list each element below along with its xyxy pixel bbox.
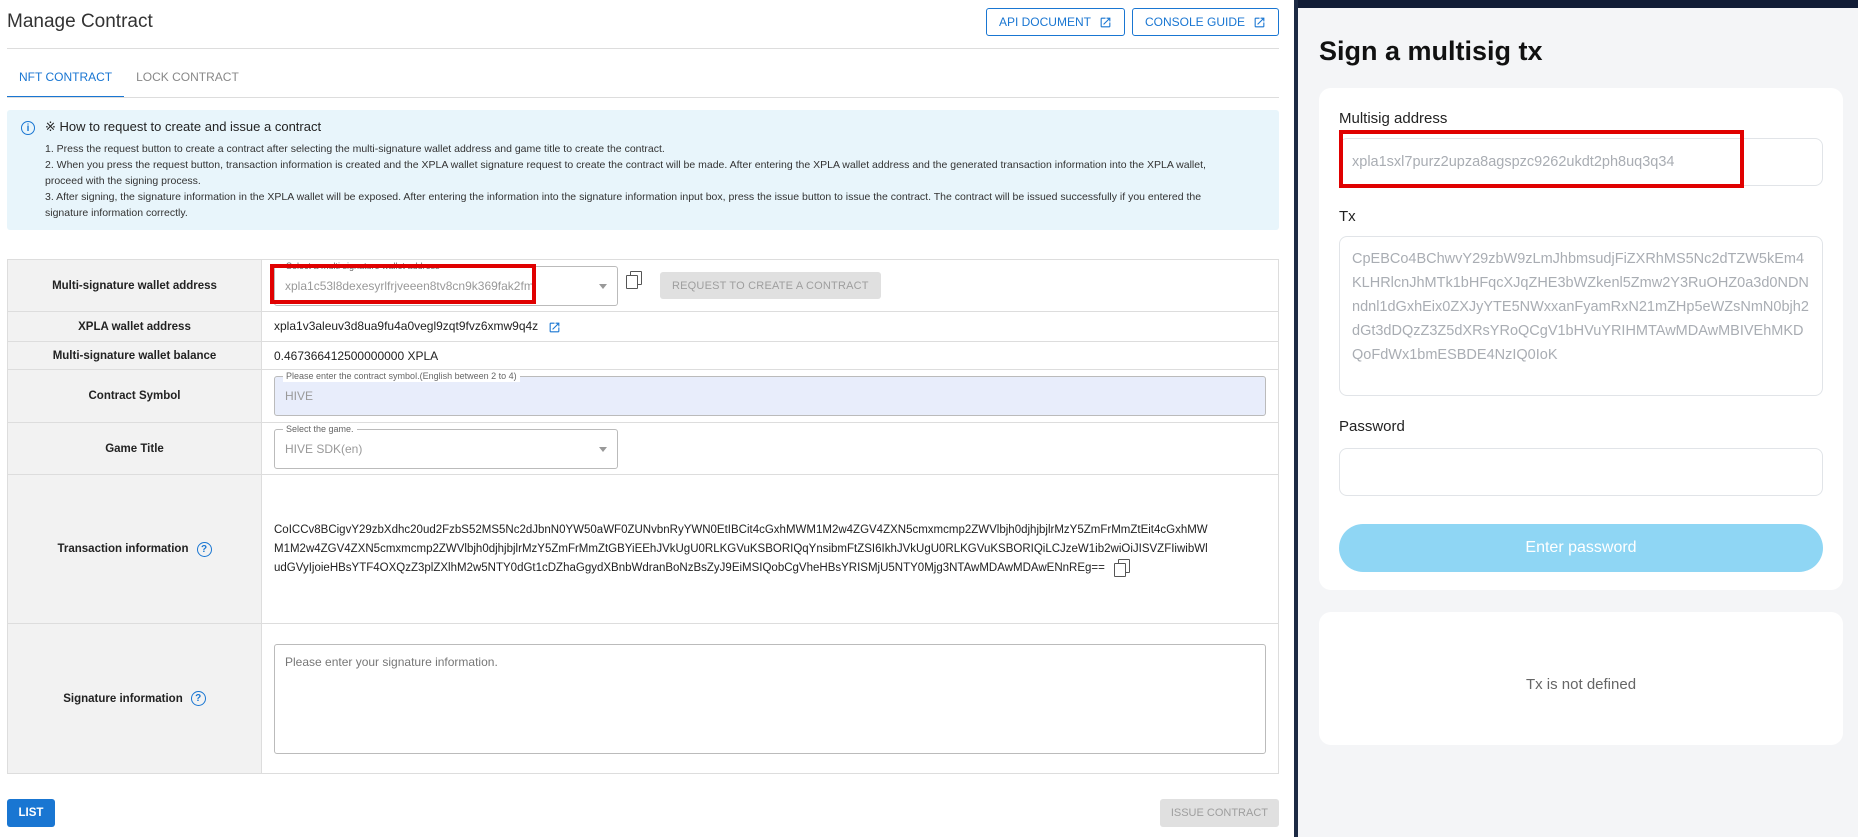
status-card: Tx is not defined [1319, 612, 1843, 745]
wallet-top-bar [1298, 0, 1858, 8]
xpla-address-value: xpla1v3aleuv3d8ua9fu4a0vegl9zqt9fvz6xmw9… [274, 319, 539, 334]
copy-icon[interactable] [626, 271, 642, 289]
list-button[interactable]: LIST [7, 799, 55, 827]
multisig-address-legend: Select a multi signature wallet address [283, 259, 443, 272]
enter-password-button[interactable]: Enter password [1339, 524, 1823, 572]
balance-label: Multi-signature wallet balance [7, 341, 262, 370]
transaction-info-line: M1M2w4ZGV4ZXN5cmxmcmp2ZWVlbjh0djhjbjlrMz… [274, 542, 1208, 555]
info-line: 3. After signing, the signature informat… [45, 191, 1202, 203]
transaction-info-line: CoICCv8BCigvY29zbXdhc20ud2FzbS52MS5Nc2dJ… [274, 523, 1208, 536]
signature-info-cell: Please enter your signature information. [261, 623, 1279, 774]
sign-form-card: Multisig address xpla1sxl7purz2upza8agsp… [1319, 88, 1843, 590]
wallet-panel: Sign a multisig tx Multisig address xpla… [1298, 0, 1858, 837]
transaction-info-label-cell: Transaction information ? [7, 474, 262, 624]
tx-status-message: Tx is not defined [1525, 676, 1637, 693]
copy-icon[interactable] [1114, 558, 1131, 577]
divider-line [7, 48, 1279, 49]
password-label: Password [1339, 418, 1405, 435]
info-line: 2. When you press the request button, tr… [45, 159, 1206, 171]
tx-input[interactable]: CpEBCo4BChwvY29zbW9zLmJhbmsudjFiZXRhMS5N… [1339, 236, 1823, 396]
help-icon[interactable]: ? [190, 691, 206, 706]
multisig-address-label: Multisig address [1339, 110, 1448, 127]
contract-symbol-input[interactable]: Please enter the contract symbol.(Englis… [274, 370, 1266, 416]
xpla-address-label: XPLA wallet address [7, 311, 262, 342]
signature-info-input[interactable]: Please enter your signature information. [274, 643, 1266, 754]
multisig-address-value: xpla1c53l8dexesyrlfrjveeen8tv8cn9k369fak… [285, 278, 534, 293]
wallet-title: Sign a multisig tx [1319, 36, 1543, 66]
game-title-select[interactable]: Select the game. HIVE SDK(en) [274, 422, 618, 469]
page-title: Manage Contract [7, 11, 153, 32]
password-input[interactable] [1339, 448, 1823, 496]
transaction-info-cell: CoICCv8BCigvY29zbXdhc20ud2FzbS52MS5Nc2dJ… [261, 474, 1279, 624]
api-document-label: API DOCUMENT [998, 15, 1091, 29]
tx-label: Tx [1339, 208, 1356, 225]
contract-symbol-legend: Please enter the contract symbol.(Englis… [283, 370, 520, 382]
transaction-info-value: CoICCv8BCigvY29zbXdhc20ud2FzbS52MS5Nc2dJ… [274, 521, 1266, 578]
chevron-down-icon [599, 446, 607, 452]
transaction-info-label: Transaction information [57, 543, 189, 555]
help-icon[interactable]: ? [196, 541, 212, 557]
console-guide-label: CONSOLE GUIDE [1144, 15, 1245, 29]
multisig-address-cell: Select a multi signature wallet address … [261, 259, 1279, 312]
external-link-icon[interactable] [548, 321, 561, 334]
info-line: proceed with the signing process. [45, 175, 201, 187]
multisig-address-label: Multi-signature wallet address [7, 259, 262, 312]
contract-symbol-label: Contract Symbol [7, 369, 262, 423]
api-document-button[interactable]: API DOCUMENT [985, 8, 1125, 36]
external-link-icon [1100, 17, 1111, 27]
game-title-cell: Select the game. HIVE SDK(en) [261, 422, 1279, 475]
transaction-info-line: udGVyIjoieHBsYTF4OXQzZ3plZXlhM2w5NTY0dGt… [274, 561, 1105, 574]
contract-tabs: NFT CONTRACT LOCK CONTRACT [7, 62, 251, 98]
contract-symbol-value: HIVE [285, 389, 314, 403]
chevron-down-icon [599, 283, 607, 289]
issue-contract-button[interactable]: ISSUE CONTRACT [1159, 799, 1279, 827]
multisig-address-select[interactable]: Select a multi signature wallet address … [274, 259, 618, 306]
manage-contract-panel: Manage Contract API DOCUMENT CONSOLE GUI… [0, 0, 1294, 837]
xpla-address-cell: xpla1v3aleuv3d8ua9fu4a0vegl9zqt9fvz6xmw9… [261, 311, 1279, 342]
signature-info-label-cell: Signature information ? [7, 623, 262, 774]
tab-nft-contract[interactable]: NFT CONTRACT [7, 62, 125, 98]
multisig-address-input[interactable]: xpla1sxl7purz2upza8agspzc9262ukdt2ph8uq3… [1339, 138, 1823, 186]
console-guide-button[interactable]: CONSOLE GUIDE [1131, 8, 1279, 36]
external-link-icon [1254, 17, 1265, 27]
info-title: ※ How to request to create and issue a c… [45, 119, 322, 134]
info-icon: i [21, 121, 35, 135]
game-title-label: Game Title [7, 422, 262, 475]
request-create-contract-button[interactable]: REQUEST TO CREATE A CONTRACT [660, 272, 881, 299]
info-line: signature information correctly. [45, 207, 188, 219]
divider-line [7, 97, 1279, 98]
game-title-value: HIVE SDK(en) [285, 441, 363, 456]
contract-form: Multi-signature wallet address Select a … [7, 259, 1279, 774]
tab-lock-contract[interactable]: LOCK CONTRACT [124, 62, 251, 98]
contract-symbol-cell: Please enter the contract symbol.(Englis… [261, 369, 1279, 423]
info-line: 1. Press the request button to create a … [45, 143, 665, 155]
game-title-legend: Select the game. [283, 422, 357, 435]
top-actions: API DOCUMENT CONSOLE GUIDE [985, 8, 1279, 36]
balance-value: 0.467366412500000000 XPLA [261, 341, 1279, 370]
info-box: i ※ How to request to create and issue a… [7, 110, 1279, 230]
signature-info-label: Signature information [63, 692, 183, 705]
